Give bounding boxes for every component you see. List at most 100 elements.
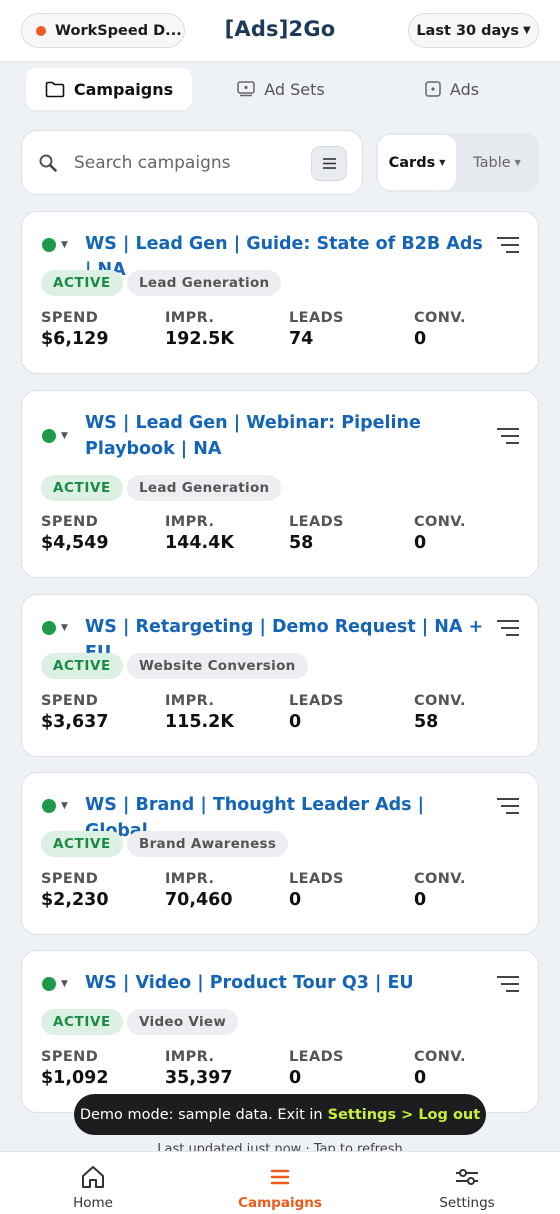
metric-leads: LEADS 0 <box>289 693 409 732</box>
metric-impressions: IMPR. 115.2K <box>165 693 285 732</box>
metric-label: IMPR. <box>165 693 215 709</box>
metric-value: 144.4K <box>165 533 234 553</box>
metric-label: CONV. <box>414 1049 466 1065</box>
sliders-icon <box>456 1169 478 1185</box>
view-cards-label: Cards <box>388 154 436 171</box>
metric-value: 115.2K <box>165 712 234 732</box>
metric-label: LEADS <box>289 310 344 326</box>
metric-label: LEADS <box>289 693 344 709</box>
campaign-card[interactable]: ▼ WS | Lead Gen | Webinar: Pipeline Play… <box>21 390 539 578</box>
sort-menu-icon[interactable] <box>496 975 520 993</box>
metric-value: 0 <box>414 533 427 553</box>
toast-settings-link[interactable]: Settings > Log out <box>328 1107 481 1123</box>
view-table-button[interactable]: Table ▼ <box>458 135 536 190</box>
status-badge: ACTIVE <box>41 653 123 679</box>
nav-settings[interactable]: Settings <box>397 1164 537 1211</box>
tab-label: Ad Sets <box>264 79 325 99</box>
tab-ads[interactable]: Ads <box>400 68 504 110</box>
campaign-card[interactable]: ▼ WS | Video | Product Tour Q3 | EU ACTI… <box>21 950 539 1113</box>
account-switcher[interactable]: WorkSpeed D... <box>21 13 185 48</box>
metric-impressions: IMPR. 70,460 <box>165 871 285 910</box>
chevron-down-icon[interactable]: ▼ <box>61 979 68 989</box>
metric-value: $4,549 <box>41 533 109 553</box>
metric-value: $1,092 <box>41 1068 109 1088</box>
metric-label: CONV. <box>414 310 466 326</box>
chevron-down-icon[interactable]: ▼ <box>61 801 68 811</box>
filter-button[interactable] <box>311 146 347 181</box>
adset-icon <box>237 81 255 97</box>
chevron-down-icon: ▼ <box>514 158 521 167</box>
metric-label: IMPR. <box>165 310 215 326</box>
metric-label: SPEND <box>41 310 99 326</box>
search-bar <box>21 130 363 195</box>
level-tabs: Campaigns Ad Sets Ads <box>0 62 560 116</box>
nav-label: Settings <box>439 1195 495 1211</box>
sort-menu-icon[interactable] <box>496 427 520 445</box>
status-dot[interactable] <box>42 621 56 635</box>
metric-value: $3,637 <box>41 712 109 732</box>
date-range-label: Last 30 days <box>416 22 519 39</box>
sort-menu-icon[interactable] <box>496 797 520 815</box>
date-range-dropdown[interactable]: Last 30 days ▼ <box>408 13 539 48</box>
last-updated-text[interactable]: Last updated just now · Tap to refresh <box>0 1142 560 1151</box>
chevron-down-icon: ▼ <box>522 25 531 36</box>
metric-value: 0 <box>414 329 427 349</box>
metric-label: LEADS <box>289 1049 344 1065</box>
view-table-label: Table <box>473 154 511 171</box>
nav-campaigns[interactable]: Campaigns <box>210 1164 350 1211</box>
demo-mode-toast: Demo mode: sample data. Exit in Settings… <box>74 1094 486 1135</box>
metric-spend: SPEND $4,549 <box>41 514 161 553</box>
metric-value: 0 <box>414 1068 427 1088</box>
metric-leads: LEADS 0 <box>289 1049 409 1088</box>
campaign-card[interactable]: ▼ WS | Lead Gen | Guide: State of B2B Ad… <box>21 211 539 374</box>
campaign-title[interactable]: WS | Video | Product Tour Q3 | EU <box>85 970 485 996</box>
nav-home[interactable]: Home <box>23 1164 163 1211</box>
metric-value: $6,129 <box>41 329 109 349</box>
metric-label: LEADS <box>289 514 344 530</box>
sort-menu-icon[interactable] <box>496 236 520 254</box>
nav-label: Campaigns <box>238 1195 322 1211</box>
metric-label: IMPR. <box>165 871 215 887</box>
metric-spend: SPEND $3,637 <box>41 693 161 732</box>
view-cards-button[interactable]: Cards ▼ <box>378 135 456 190</box>
metric-label: CONV. <box>414 871 466 887</box>
metric-value: 0 <box>414 890 427 910</box>
campaign-card[interactable]: ▼ WS | Retargeting | Demo Request | NA +… <box>21 594 539 757</box>
sort-menu-icon[interactable] <box>496 619 520 637</box>
search-icon <box>39 154 57 172</box>
chevron-down-icon[interactable]: ▼ <box>61 240 68 250</box>
metric-value: 70,460 <box>165 890 233 910</box>
top-bar: WorkSpeed D... [Ads]2Go Last 30 days ▼ <box>0 0 560 62</box>
folder-icon <box>45 81 65 97</box>
metric-label: SPEND <box>41 871 99 887</box>
chevron-down-icon[interactable]: ▼ <box>61 623 68 633</box>
tab-ad-sets[interactable]: Ad Sets <box>214 68 348 110</box>
metric-label: LEADS <box>289 871 344 887</box>
menu-icon <box>322 158 336 169</box>
ad-icon <box>425 81 441 97</box>
metric-value: 58 <box>289 533 314 553</box>
metric-conversions: CONV. 0 <box>414 310 534 349</box>
metric-impressions: IMPR. 144.4K <box>165 514 285 553</box>
status-badge: ACTIVE <box>41 1009 123 1035</box>
chevron-down-icon[interactable]: ▼ <box>61 431 68 441</box>
campaign-card[interactable]: ▼ WS | Brand | Thought Leader Ads | Glob… <box>21 772 539 935</box>
search-input[interactable] <box>74 152 296 173</box>
account-name: WorkSpeed D... <box>55 22 182 39</box>
status-dot[interactable] <box>42 429 56 443</box>
metric-impressions: IMPR. 35,397 <box>165 1049 285 1088</box>
list-icon <box>270 1169 290 1185</box>
objective-badge: Video View <box>127 1009 239 1035</box>
status-dot[interactable] <box>42 799 56 813</box>
metric-spend: SPEND $6,129 <box>41 310 161 349</box>
metric-value: 0 <box>289 890 302 910</box>
status-badge: ACTIVE <box>41 475 123 501</box>
toast-message: Demo mode: sample data. Exit in <box>79 1106 323 1123</box>
campaign-title[interactable]: WS | Lead Gen | Webinar: Pipeline Playbo… <box>85 410 485 462</box>
status-dot[interactable] <box>42 977 56 991</box>
status-dot[interactable] <box>42 238 56 252</box>
metric-value: 192.5K <box>165 329 234 349</box>
metric-value: 74 <box>289 329 314 349</box>
metric-conversions: CONV. 0 <box>414 1049 534 1088</box>
tab-campaigns[interactable]: Campaigns <box>26 68 192 110</box>
